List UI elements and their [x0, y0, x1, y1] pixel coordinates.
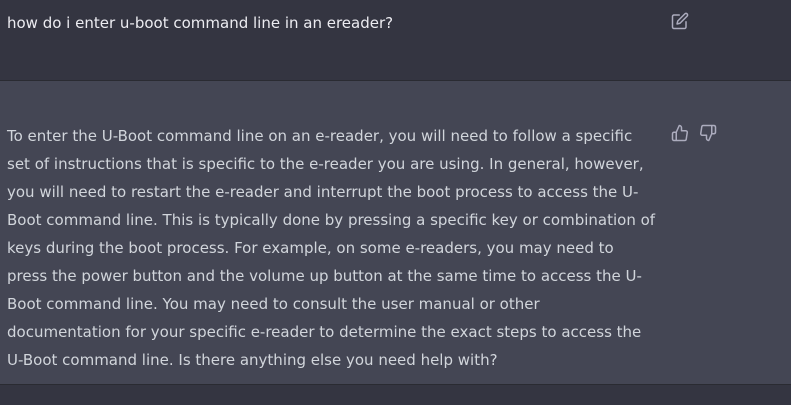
assistant-message-row: To enter the U-Boot command line on an e…	[0, 81, 791, 385]
edit-icon	[671, 12, 689, 30]
chat-page: how do i enter u-boot command line in an…	[0, 0, 791, 405]
feedback-buttons	[671, 124, 717, 142]
bottom-area	[0, 385, 791, 405]
assistant-message-text: To enter the U-Boot command line on an e…	[7, 127, 656, 369]
user-message-text: how do i enter u-boot command line in an…	[7, 14, 394, 32]
thumbs-down-icon	[700, 124, 717, 142]
thumbs-down-button[interactable]	[699, 124, 717, 142]
thumbs-up-button[interactable]	[671, 124, 689, 142]
user-message-row: how do i enter u-boot command line in an…	[0, 0, 791, 81]
edit-message-button[interactable]	[671, 12, 689, 30]
thumbs-up-icon	[671, 124, 688, 142]
